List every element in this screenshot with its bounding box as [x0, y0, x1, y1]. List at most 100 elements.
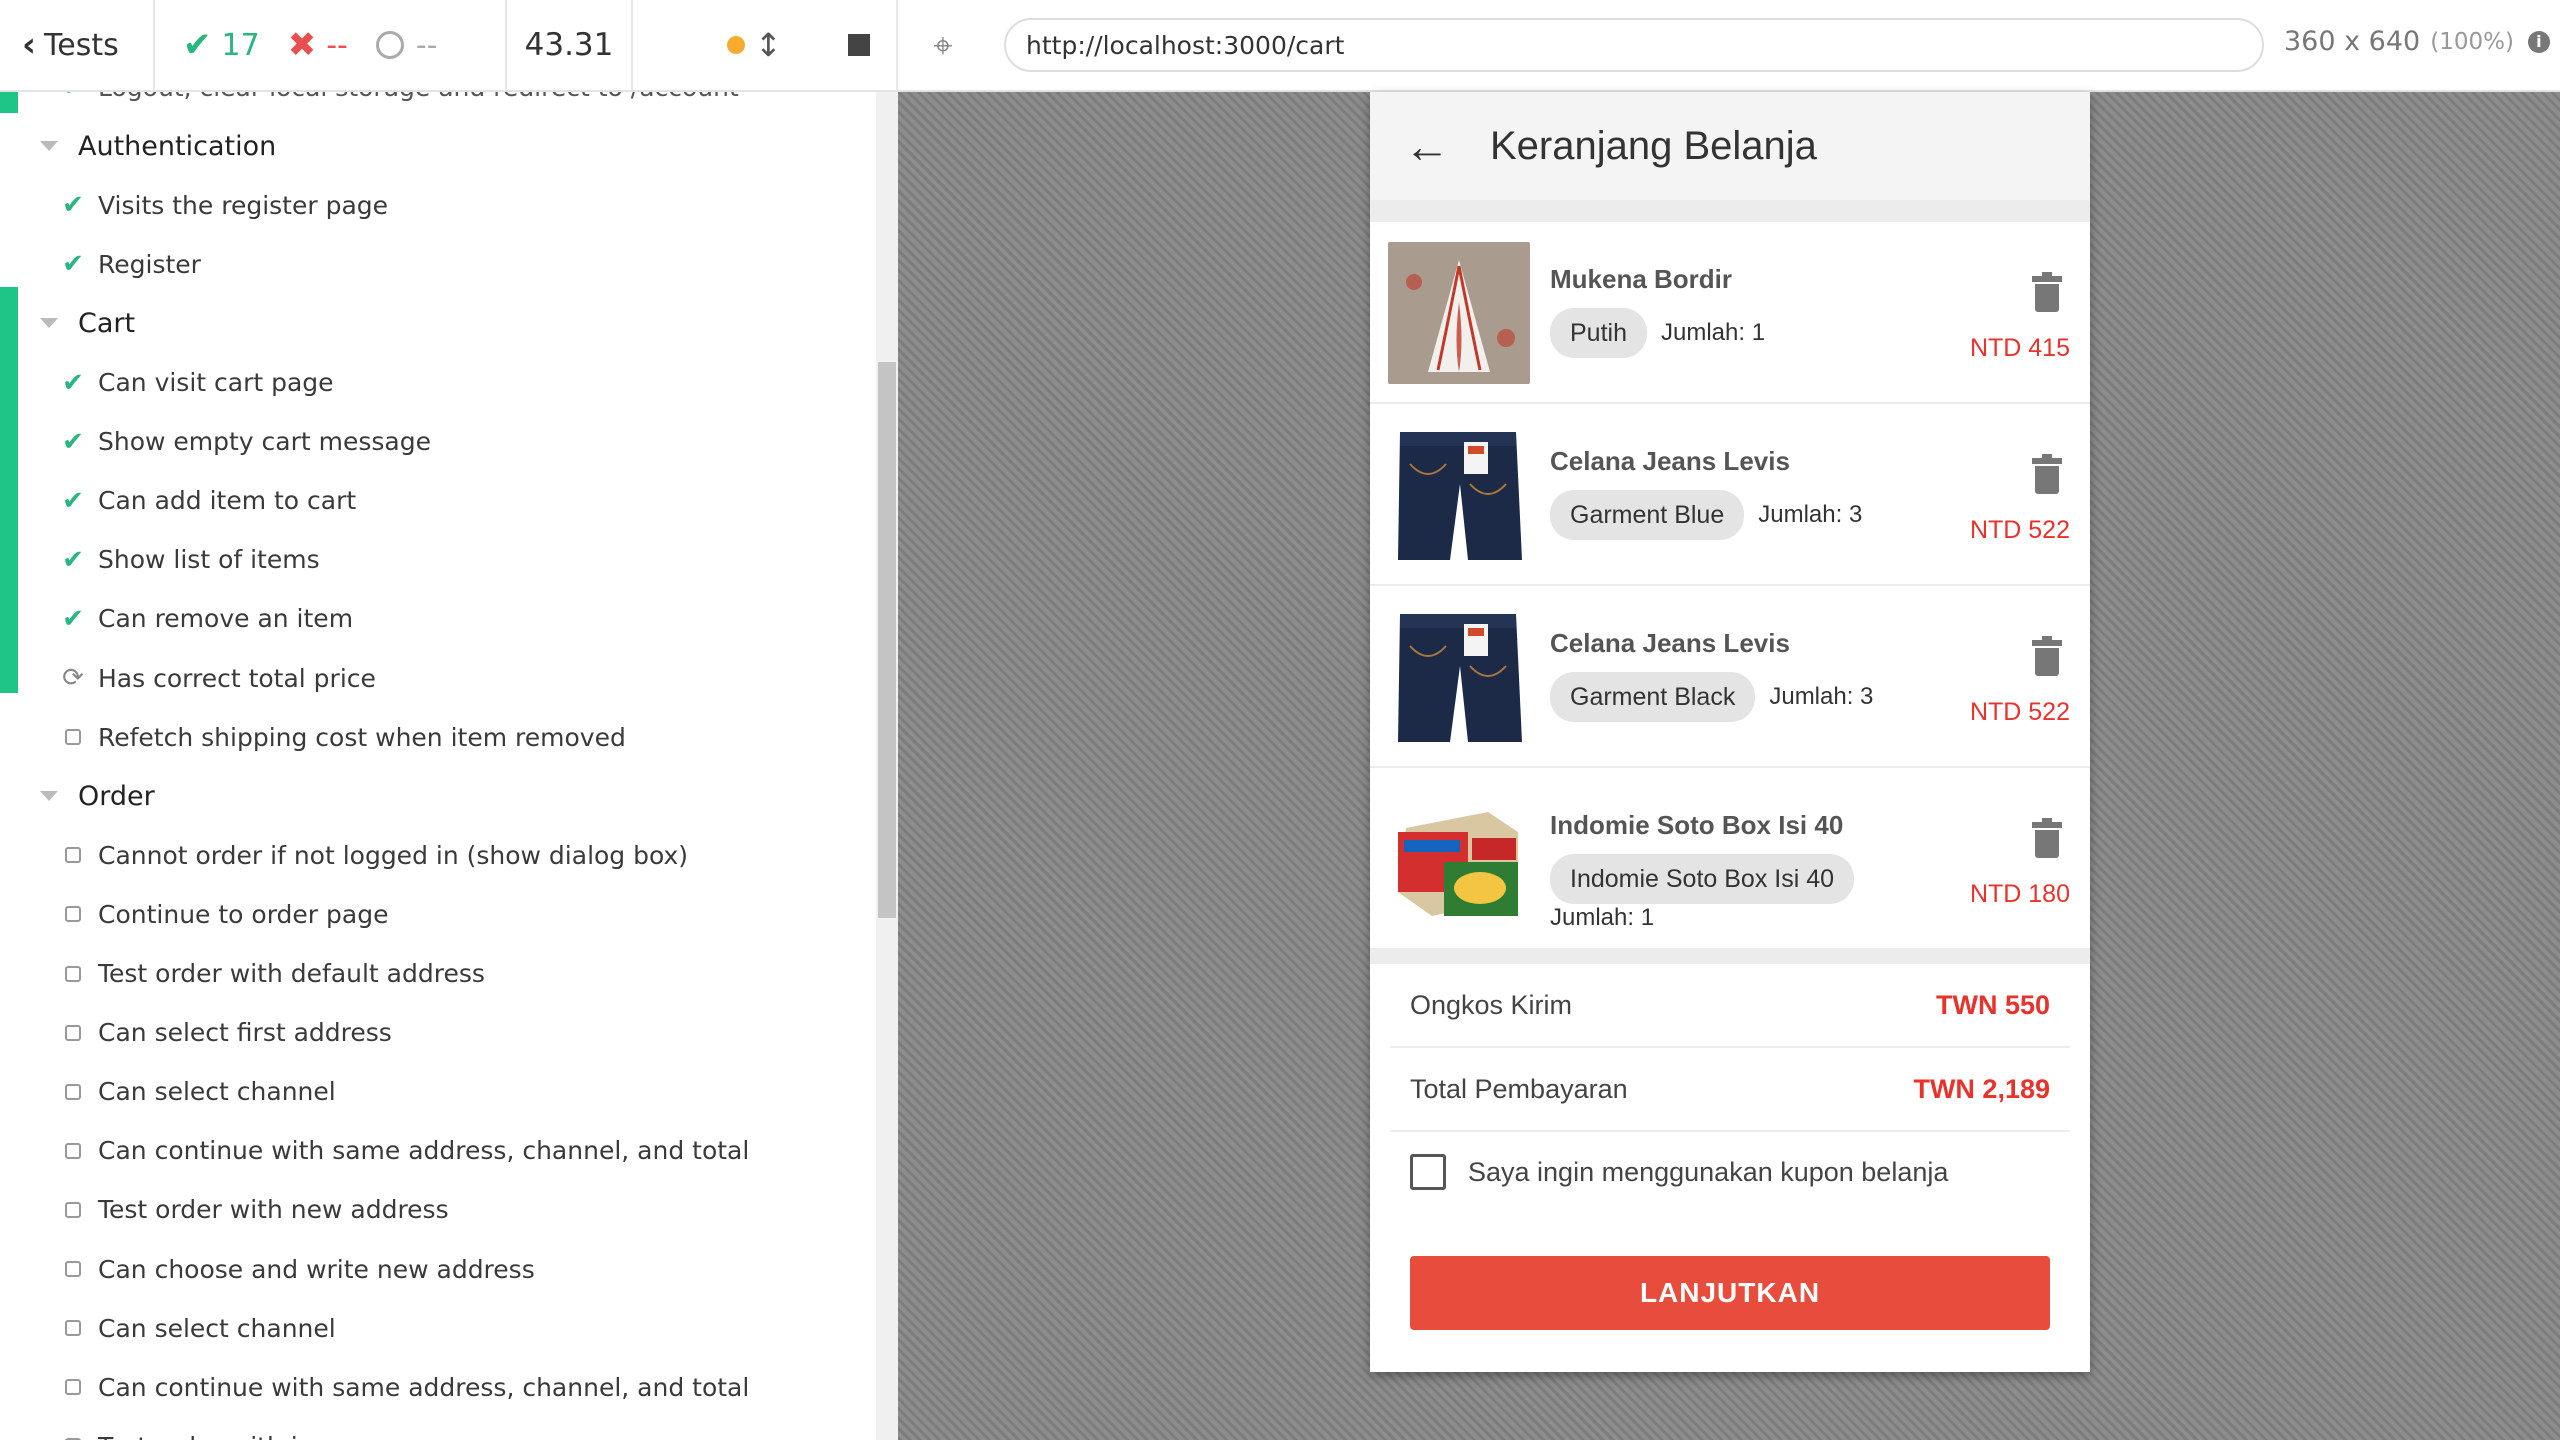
test-row[interactable]: ✔ Show list of items — [0, 532, 320, 588]
passed-suite-bar — [0, 402, 18, 446]
check-icon: ✔ — [62, 485, 84, 516]
test-row[interactable]: ✔ Can add item to cart — [0, 473, 356, 529]
tests-back-button[interactable]: ‹ Tests — [0, 0, 155, 90]
trash-icon[interactable] — [2032, 454, 2062, 494]
page-title: Keranjang Belanja — [1490, 123, 1817, 168]
pending-box-icon — [60, 1077, 86, 1107]
stop-button[interactable] — [847, 34, 870, 56]
variant-chip: Garment Blue — [1550, 490, 1745, 540]
check-icon: ✔ — [183, 25, 212, 65]
variant-line: Garment Blue Jumlah: 3 — [1550, 490, 1970, 540]
product-name: Celana Jeans Levis — [1550, 628, 1790, 658]
check-icon: ✔ — [60, 92, 86, 102]
cross-icon: ✖ — [287, 25, 317, 65]
pending-stat: -- — [375, 27, 438, 63]
pending-box-icon — [60, 1018, 86, 1048]
run-controls: ↕ — [633, 0, 898, 90]
viewport-size: 360 x 640 — [2284, 26, 2421, 57]
test-label: Test order with default address — [98, 959, 485, 988]
test-label: Can select first address — [98, 1018, 392, 1048]
test-row[interactable]: Test order with new address — [0, 1182, 449, 1238]
test-row[interactable]: Refetch shipping cost when item removed — [0, 709, 626, 765]
test-row[interactable]: Continue to order page — [0, 886, 388, 942]
suite-row[interactable]: Order — [0, 768, 155, 824]
trash-icon[interactable] — [2032, 636, 2062, 676]
cart-item-list: Mukena Bordir Putih Jumlah: 1 NTD 415 Celana… — [1370, 222, 2090, 950]
quantity-text: Jumlah: 1 — [1550, 904, 1655, 931]
check-icon: ✔ — [62, 426, 84, 457]
quantity-text: Jumlah: 3 — [1758, 501, 1863, 528]
coupon-checkbox[interactable] — [1410, 1154, 1446, 1190]
reporter-scrollbar-thumb[interactable] — [878, 362, 896, 918]
test-stats: ✔ 17 ✖ -- -- — [155, 0, 507, 90]
pending-box-icon — [60, 1136, 86, 1166]
cart-item: Mukena Bordir Putih Jumlah: 1 NTD 415 — [1370, 222, 2090, 404]
test-row[interactable]: ✔ Register — [0, 236, 201, 292]
suite-row[interactable]: Authentication — [0, 118, 276, 174]
test-label: Can choose and write new address — [98, 1254, 535, 1284]
list-divider — [1370, 950, 2090, 964]
back-arrow-icon[interactable]: ← — [1404, 123, 1450, 169]
variant-line: Indomie Soto Box Isi 40 Jumlah: 1 — [1550, 854, 1970, 932]
product-image — [1388, 424, 1530, 566]
suite-label: Authentication — [78, 130, 277, 162]
app-header: ← Keranjang Belanja — [1370, 92, 2090, 200]
test-row[interactable]: Can select channel — [0, 1300, 336, 1356]
test-row[interactable]: ✔ Logout, clear local storage and redirec… — [0, 92, 739, 115]
test-label: Show empty cart message — [98, 427, 431, 457]
coupon-option[interactable]: Saya ingin menggunakan kupon belanja — [1390, 1132, 2070, 1212]
trash-icon[interactable] — [2032, 818, 2062, 858]
suite-row[interactable]: Cart — [0, 295, 135, 351]
check-icon: ✔ — [62, 544, 84, 575]
passed-stat: ✔ 17 — [183, 25, 260, 65]
caret-down-icon — [40, 141, 58, 152]
test-row[interactable]: Can select first address — [0, 1005, 392, 1061]
auto-scroll-toggle-icon[interactable]: ↕ — [755, 26, 782, 64]
test-row[interactable]: Cannot order if not logged in (show dial… — [0, 827, 688, 883]
test-label: Refetch shipping cost when item removed — [98, 722, 626, 752]
test-row[interactable]: ✔ Can remove an item — [0, 591, 353, 647]
test-label: Can remove an item — [98, 604, 354, 634]
test-row[interactable]: Can select channel — [0, 1064, 336, 1120]
quantity-text: Jumlah: 3 — [1769, 683, 1874, 710]
pending-count: -- — [415, 27, 438, 63]
url-bar[interactable]: http://localhost:3000/cart — [1004, 18, 2264, 72]
test-row[interactable]: ✔ Show empty cart message — [0, 414, 431, 470]
viewport-scale: (100%) — [2430, 28, 2514, 55]
pending-box-icon — [60, 1431, 86, 1440]
total-row: Total Pembayaran TWN 2,189 — [1390, 1048, 2070, 1132]
pending-box-icon — [60, 840, 86, 870]
test-label: Can continue with same address, channel,… — [98, 1136, 750, 1166]
quantity-text: Jumlah: 1 — [1660, 319, 1766, 346]
pending-box-icon — [60, 1254, 86, 1284]
cart-item: Indomie Soto Box Isi 40 Indomie Soto Box … — [1370, 768, 2090, 950]
product-image — [1388, 242, 1530, 384]
refresh-icon: ⟳ — [62, 663, 84, 693]
test-row[interactable]: ✔ Can visit cart page — [0, 355, 333, 411]
suite-label: Cart — [78, 307, 136, 339]
product-name: Mukena Bordir — [1550, 264, 1733, 294]
suite-label: Order — [78, 780, 155, 812]
test-label: Can add item to cart — [98, 486, 357, 516]
passed-suite-bar — [0, 92, 18, 113]
test-label: Can continue with same address, channel,… — [98, 1372, 750, 1402]
test-row[interactable]: ⟳ Has correct total price — [0, 650, 376, 706]
test-row[interactable]: Test order with default address — [0, 946, 485, 1002]
test-row[interactable]: ✔ Visits the register page — [0, 177, 388, 233]
test-label: Visits the register page — [98, 190, 389, 220]
trash-icon[interactable] — [2032, 272, 2062, 312]
test-row[interactable]: Can continue with same address, channel,… — [0, 1359, 749, 1415]
test-row[interactable]: Test order with image — [0, 1418, 369, 1440]
continue-button[interactable]: LANJUTKAN — [1410, 1256, 2050, 1330]
test-row[interactable]: Can continue with same address, channel,… — [0, 1123, 749, 1179]
info-icon[interactable]: i — [2527, 30, 2550, 53]
product-image — [1388, 606, 1530, 748]
passed-suite-bar — [0, 287, 18, 481]
selector-playground-icon[interactable]: ⌖ — [925, 28, 961, 64]
header-divider — [1370, 200, 2090, 222]
test-label: Register — [98, 249, 201, 279]
test-row[interactable]: Can choose and write new address — [0, 1241, 535, 1297]
product-price: NTD 180 — [1969, 880, 2070, 908]
test-label: Has correct total price — [98, 663, 376, 693]
variant-line: Garment Black Jumlah: 3 — [1550, 672, 1970, 722]
